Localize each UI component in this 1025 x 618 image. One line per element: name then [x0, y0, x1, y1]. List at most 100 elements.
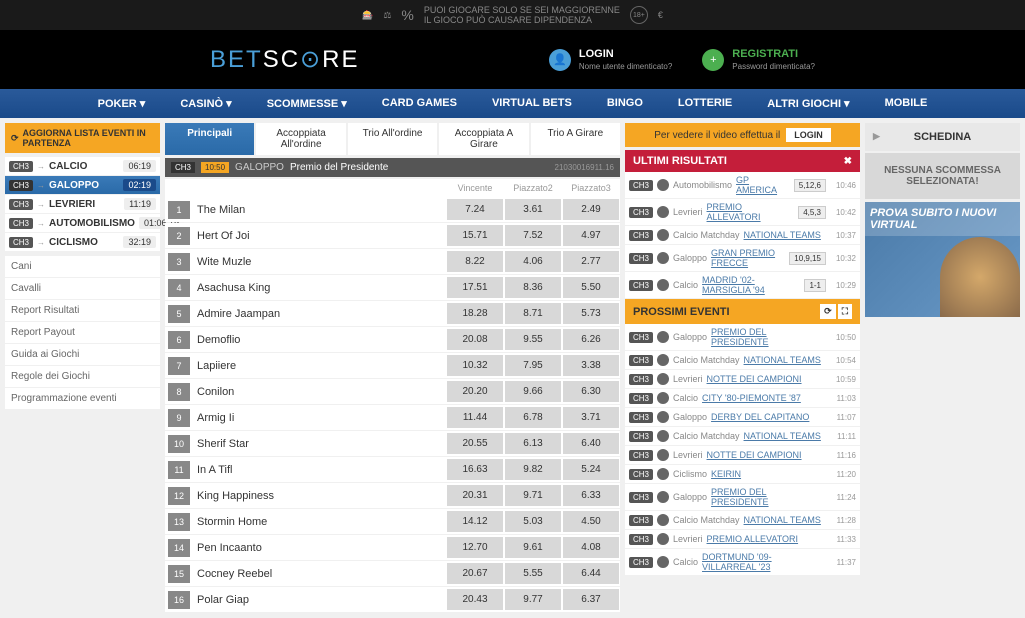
bet-type-tab[interactable]: Principali — [165, 123, 254, 155]
nav-item[interactable]: VIRTUAL BETS — [492, 97, 572, 110]
odd-button[interactable]: 3.61 — [505, 199, 561, 220]
odd-button[interactable]: 20.67 — [447, 563, 503, 584]
virtual-promo-banner[interactable]: PROVA SUBITO I NUOVI VIRTUAL — [865, 202, 1020, 317]
upcoming-row[interactable]: CH3 Galoppo PREMIO DEL PRESIDENTE 11:24 — [625, 484, 860, 510]
bet-type-tab[interactable]: Accoppiata All'ordine — [256, 123, 345, 155]
odd-button[interactable]: 11.44 — [447, 407, 503, 428]
odd-button[interactable]: 14.12 — [447, 511, 503, 532]
odd-button[interactable]: 20.20 — [447, 381, 503, 402]
channel-row[interactable]: CH3→ CICLISMO32:19 — [5, 233, 160, 251]
login-button[interactable]: 👤 LOGIN Nome utente dimenticato? — [549, 48, 672, 71]
sidebar-link[interactable]: Cani — [5, 256, 160, 277]
nav-item[interactable]: ALTRI GIOCHI ▾ — [767, 97, 849, 110]
odd-button[interactable]: 10.32 — [447, 355, 503, 376]
bet-type-tab[interactable]: Trio A Girare — [531, 123, 620, 155]
nav-item[interactable]: CASINÒ ▾ — [180, 97, 231, 110]
upcoming-row[interactable]: CH3 Levrieri NOTTE DEI CAMPIONI 11:16 — [625, 446, 860, 464]
odd-button[interactable]: 12.70 — [447, 537, 503, 558]
sidebar-link[interactable]: Report Payout — [5, 322, 160, 343]
sidebar-link[interactable]: Regole dei Giochi — [5, 366, 160, 387]
odd-button[interactable]: 15.71 — [447, 225, 503, 246]
forgot-password-link[interactable]: Password dimenticata? — [732, 62, 815, 71]
odd-button[interactable]: 3.71 — [563, 407, 619, 428]
upcoming-row[interactable]: CH3 Galoppo DERBY DEL CAPITANO 11:07 — [625, 408, 860, 426]
odd-button[interactable]: 2.49 — [563, 199, 619, 220]
nav-item[interactable]: LOTTERIE — [678, 97, 732, 110]
odd-button[interactable]: 4.50 — [563, 511, 619, 532]
odd-button[interactable]: 6.40 — [563, 433, 619, 454]
odd-button[interactable]: 20.08 — [447, 329, 503, 350]
odd-button[interactable]: 9.55 — [505, 329, 561, 350]
odd-button[interactable]: 7.95 — [505, 355, 561, 376]
nav-item[interactable]: MOBILE — [885, 97, 928, 110]
refresh-icon[interactable]: ⟳ — [820, 304, 836, 319]
register-button[interactable]: + REGISTRATI Password dimenticata? — [702, 48, 815, 71]
upcoming-row[interactable]: CH3 Levrieri NOTTE DEI CAMPIONI 10:59 — [625, 370, 860, 388]
odd-button[interactable]: 6.30 — [563, 381, 619, 402]
odd-button[interactable]: 20.55 — [447, 433, 503, 454]
odd-button[interactable]: 6.44 — [563, 563, 619, 584]
odd-button[interactable]: 2.77 — [563, 251, 619, 272]
result-row[interactable]: CH3 Calcio MADRID '02-MARSIGLIA '94 1-1 … — [625, 272, 860, 298]
odd-button[interactable]: 6.78 — [505, 407, 561, 428]
bet-type-tab[interactable]: Trio All'ordine — [348, 123, 437, 155]
betslip-header[interactable]: SCHEDINA — [865, 123, 1020, 151]
odd-button[interactable]: 9.82 — [505, 459, 561, 480]
odd-button[interactable]: 6.37 — [563, 589, 619, 610]
odd-button[interactable]: 5.55 — [505, 563, 561, 584]
upcoming-row[interactable]: CH3 Calcio Matchday NATIONAL TEAMS 11:28 — [625, 511, 860, 529]
odd-button[interactable]: 8.36 — [505, 277, 561, 298]
odd-button[interactable]: 16.63 — [447, 459, 503, 480]
odd-button[interactable]: 4.06 — [505, 251, 561, 272]
result-row[interactable]: CH3 Galoppo GRAN PREMIO FRECCE 10,9,15 1… — [625, 245, 860, 271]
upcoming-row[interactable]: CH3 Calcio CITY '80-PIEMONTE '87 11:03 — [625, 389, 860, 407]
upcoming-row[interactable]: CH3 Ciclismo KEIRIN 11:20 — [625, 465, 860, 483]
upcoming-row[interactable]: CH3 Levrieri PREMIO ALLEVATORI 11:33 — [625, 530, 860, 548]
channel-row[interactable]: CH3→ GALOPPO02:19 — [5, 176, 160, 194]
odd-button[interactable]: 4.08 — [563, 537, 619, 558]
odd-button[interactable]: 5.73 — [563, 303, 619, 324]
odd-button[interactable]: 7.24 — [447, 199, 503, 220]
odd-button[interactable]: 9.66 — [505, 381, 561, 402]
odd-button[interactable]: 9.77 — [505, 589, 561, 610]
video-login-button[interactable]: LOGIN — [786, 128, 831, 142]
channel-row[interactable]: CH3→ AUTOMOBILISMO01:06:19 — [5, 214, 160, 232]
upcoming-row[interactable]: CH3 Calcio DORTMUND '09-VILLARREAL '23 1… — [625, 549, 860, 575]
odd-button[interactable]: 6.26 — [563, 329, 619, 350]
nav-item[interactable]: CARD GAMES — [382, 97, 457, 110]
bet-type-tab[interactable]: Accoppiata A Girare — [439, 123, 528, 155]
result-row[interactable]: CH3 Levrieri PREMIO ALLEVATORI 4,5,3 10:… — [625, 199, 860, 225]
logo[interactable]: BETSC⊙RE — [210, 45, 359, 74]
result-row[interactable]: CH3 Automobilismo GP AMERICA 5,12,6 10:4… — [625, 172, 860, 198]
expand-icon[interactable]: ⛶ — [838, 304, 852, 319]
odd-button[interactable]: 8.22 — [447, 251, 503, 272]
odd-button[interactable]: 6.33 — [563, 485, 619, 506]
odd-button[interactable]: 8.71 — [505, 303, 561, 324]
odd-button[interactable]: 3.38 — [563, 355, 619, 376]
sidebar-link[interactable]: Guida ai Giochi — [5, 344, 160, 365]
upcoming-row[interactable]: CH3 Calcio Matchday NATIONAL TEAMS 11:11 — [625, 427, 860, 445]
sidebar-link[interactable]: Cavalli — [5, 278, 160, 299]
upcoming-row[interactable]: CH3 Calcio Matchday NATIONAL TEAMS 10:54 — [625, 351, 860, 369]
odd-button[interactable]: 20.43 — [447, 589, 503, 610]
odd-button[interactable]: 9.61 — [505, 537, 561, 558]
odd-button[interactable]: 5.24 — [563, 459, 619, 480]
odd-button[interactable]: 17.51 — [447, 277, 503, 298]
channel-row[interactable]: CH3→ LEVRIERI11:19 — [5, 195, 160, 213]
result-row[interactable]: CH3 Calcio Matchday NATIONAL TEAMS 10:37 — [625, 226, 860, 244]
odd-button[interactable]: 9.71 — [505, 485, 561, 506]
refresh-events-button[interactable]: AGGIORNA LISTA EVENTI IN PARTENZA — [5, 123, 160, 153]
nav-item[interactable]: SCOMMESSE ▾ — [267, 97, 347, 110]
odd-button[interactable]: 4.97 — [563, 225, 619, 246]
odd-button[interactable]: 7.52 — [505, 225, 561, 246]
sidebar-link[interactable]: Programmazione eventi — [5, 388, 160, 409]
odd-button[interactable]: 5.50 — [563, 277, 619, 298]
odd-button[interactable]: 18.28 — [447, 303, 503, 324]
close-icon[interactable]: ✖ — [844, 156, 852, 167]
sidebar-link[interactable]: Report Risultati — [5, 300, 160, 321]
odd-button[interactable]: 5.03 — [505, 511, 561, 532]
nav-item[interactable]: BINGO — [607, 97, 643, 110]
upcoming-row[interactable]: CH3 Galoppo PREMIO DEL PRESIDENTE 10:50 — [625, 324, 860, 350]
nav-item[interactable]: POKER ▾ — [98, 97, 146, 110]
forgot-username-link[interactable]: Nome utente dimenticato? — [579, 62, 672, 71]
